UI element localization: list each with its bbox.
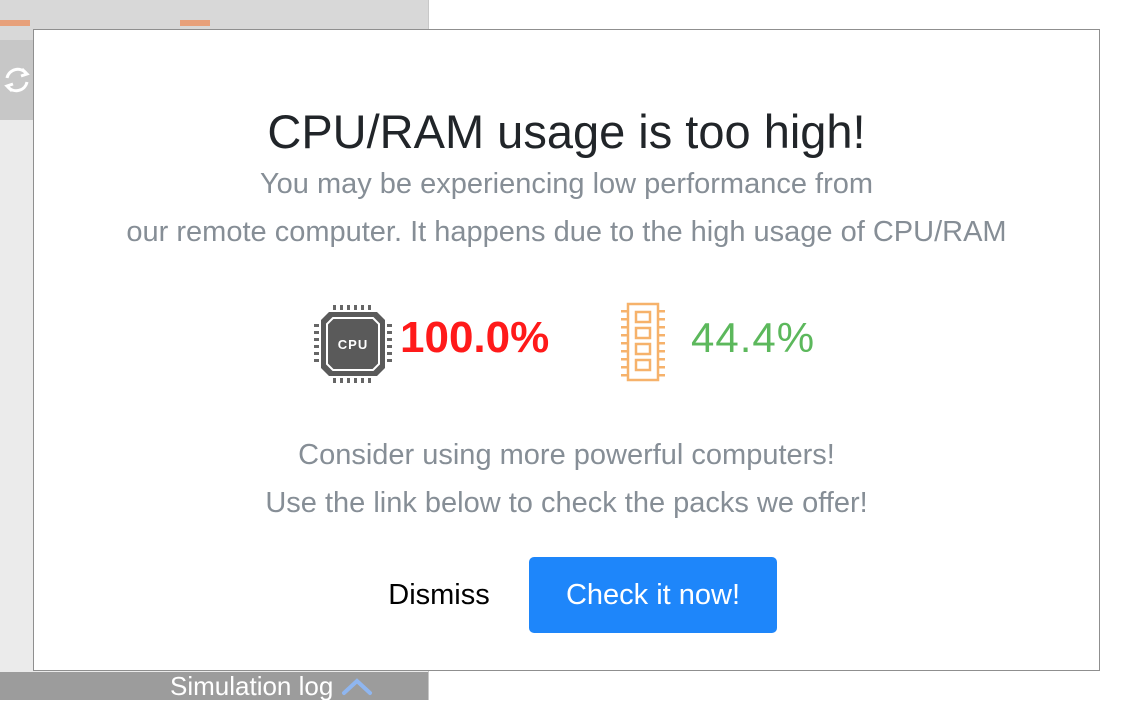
modal-title: CPU/RAM usage is too high! [267,105,866,158]
description-line-2: our remote computer. It happens due to t… [126,216,1007,248]
background-accent-strip [0,20,30,26]
simulation-log-toggle[interactable]: Simulation log [170,670,373,701]
cpu-chip-icon: CPU [311,302,395,391]
ram-usage-value: 44.4% [691,314,816,361]
refresh-icon[interactable] [0,40,34,120]
cpu-icon-label: CPU [338,337,368,352]
high-usage-modal: CPU/RAM usage is too high! You may be ex… [33,29,1100,671]
dismiss-button[interactable]: Dismiss [374,558,504,632]
simulation-log-label: Simulation log [170,670,334,701]
modal-description: You may be experiencing low performance … [34,160,1099,256]
consider-line-1: Consider using more powerful computers! [298,439,835,471]
check-it-now-button[interactable]: Check it now! [529,557,777,633]
consider-line-2: Use the link below to check the packs we… [265,487,868,519]
cpu-usage-value: 100.0% [400,313,550,362]
modal-recommendation: Consider using more powerful computers! … [34,431,1099,527]
chevron-up-icon [341,676,373,696]
ram-module-icon [619,300,667,389]
description-line-1: You may be experiencing low performance … [259,168,874,200]
background-accent-strip [180,20,210,26]
usage-stats: CPU 100.0% 44.4% [34,300,1099,384]
